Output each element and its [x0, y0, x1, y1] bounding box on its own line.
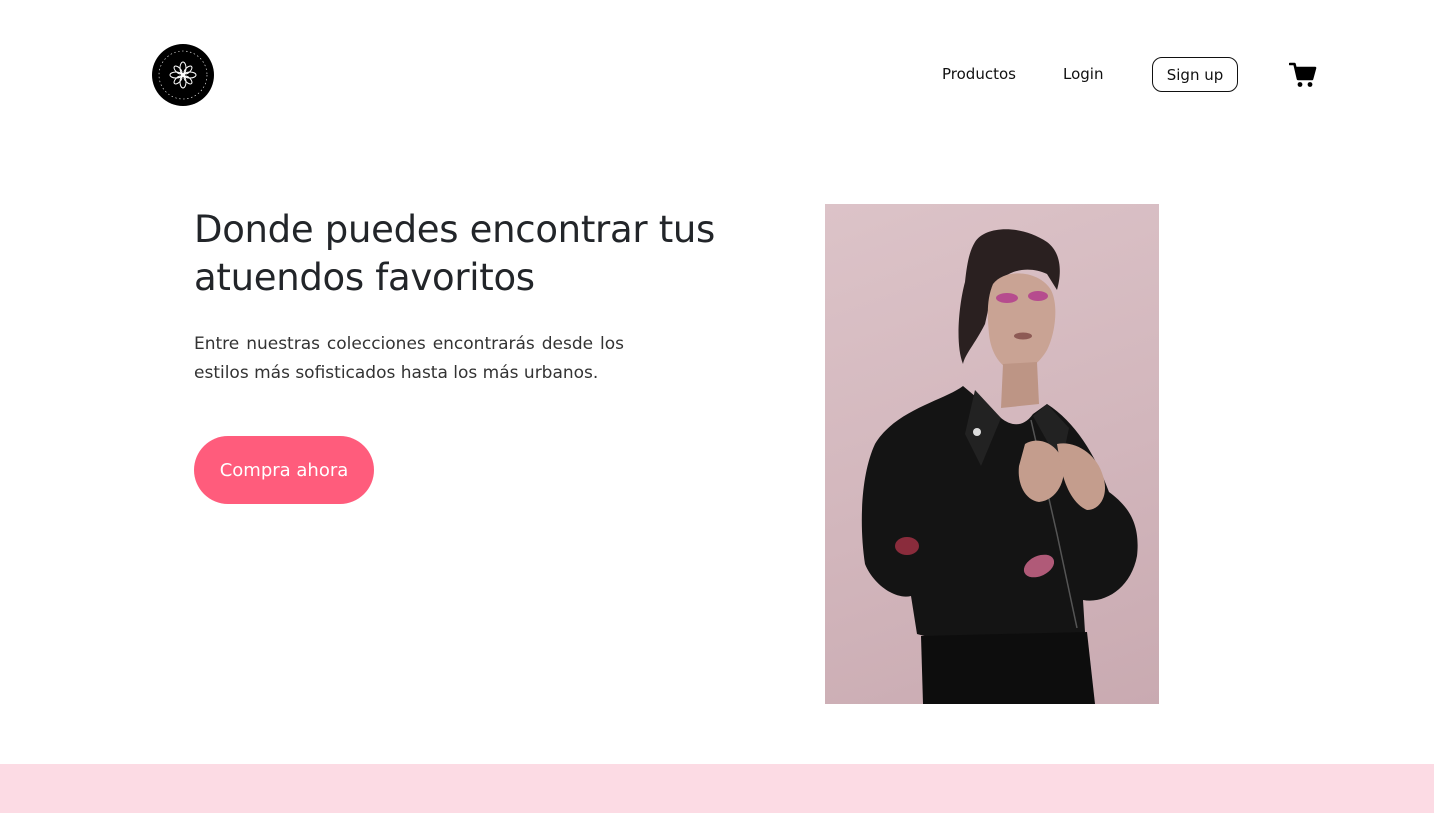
footer-band [0, 764, 1434, 813]
model-photo-illustration [861, 229, 1138, 704]
flower-emblem-icon [158, 50, 208, 100]
hero-image [825, 204, 1159, 704]
signup-button[interactable]: Sign up [1152, 57, 1238, 92]
main-nav: Productos Login Sign up [900, 56, 1334, 94]
landing-page: Productos Login Sign up Donde puedes enc… [0, 0, 1434, 813]
shopping-cart-icon[interactable] [1288, 61, 1317, 89]
hero-title: Donde puedes encontrar tus atuendos favo… [194, 208, 716, 299]
hero-description: Entre nuestras colecciones encontrarás d… [194, 334, 624, 383]
buy-now-button[interactable]: Compra ahora [194, 436, 374, 504]
brand-logo[interactable] [152, 44, 214, 106]
nav-link-productos[interactable]: Productos [942, 65, 1016, 83]
nav-link-login[interactable]: Login [1063, 65, 1103, 83]
